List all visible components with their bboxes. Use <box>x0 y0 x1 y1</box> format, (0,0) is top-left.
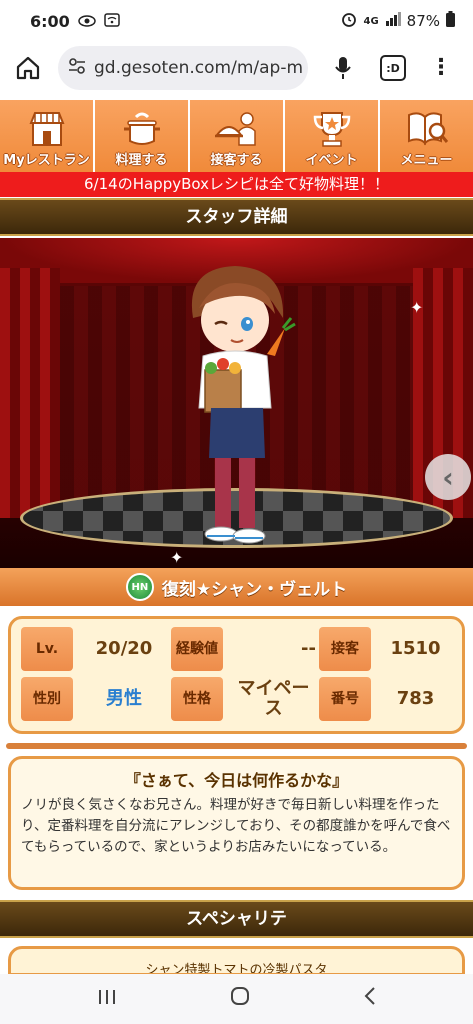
menu-label: 料理する <box>115 153 168 168</box>
network-type: 4G <box>363 15 379 27</box>
personality-value: マイペース <box>237 678 310 719</box>
gender-value: 男性 <box>106 688 142 709</box>
pot-icon <box>123 112 160 145</box>
divider <box>6 743 467 749</box>
section-header-specialty: スペシャリテ <box>0 900 473 938</box>
recent-apps-button[interactable] <box>97 987 117 1012</box>
menu-label: Myレストラン <box>3 153 90 168</box>
book-icon <box>407 112 448 146</box>
voice-search-button[interactable] <box>328 56 358 80</box>
staff-quote: 『さぁて、今日は何作るかな』 <box>124 771 349 790</box>
game-menu: Myレストラン 料理する 接客する イベント メニュー <box>0 100 473 172</box>
personality-label: 性格 <box>171 677 223 721</box>
lv-label: Lv. <box>21 627 73 671</box>
waiter-icon <box>214 112 256 146</box>
stat-row: Lv. 20/20 経験値 -- 接客 1510 <box>21 627 458 675</box>
microphone-icon <box>335 57 351 79</box>
menu-label: 接客する <box>210 153 263 168</box>
stat-row: 性別 男性 性格 マイペース 番号 783 <box>21 677 458 725</box>
service-label: 接客 <box>319 627 371 671</box>
sparkle-icon: ✦ <box>410 298 424 317</box>
hn-badge-icon: HN <box>125 573 154 601</box>
stats-panel: Lv. 20/20 経験値 -- 接客 1510 性別 男性 性格 マイペース … <box>8 616 465 734</box>
battery-icon <box>446 11 455 31</box>
signal-icon <box>385 12 401 30</box>
menu-cook[interactable]: 料理する <box>95 100 188 172</box>
profile-panel: 『さぁて、今日は何作るかな』 ノリが良く気さくなお兄さん。料理が好きで毎日新しい… <box>8 756 465 890</box>
service-value: 1510 <box>390 638 441 659</box>
menu-label: メニュー <box>400 153 453 168</box>
wifi-icon <box>104 12 120 31</box>
exp-label: 経験値 <box>171 627 223 671</box>
trophy-icon <box>313 112 350 147</box>
number-value: 783 <box>396 688 435 709</box>
specialty-panel: シャン特製トマトの冷製パスタ <box>8 946 465 976</box>
menu-label: イベント <box>305 153 358 168</box>
status-time: 6:00 <box>30 11 70 31</box>
home-icon <box>16 56 40 80</box>
eye-icon <box>78 12 96 31</box>
more-options-button[interactable]: ⋮ <box>430 57 452 79</box>
staff-character <box>191 266 296 544</box>
restaurant-icon <box>29 112 64 146</box>
section-header-staff-detail: スタッフ詳細 <box>0 198 473 236</box>
exp-value: -- <box>301 638 316 659</box>
menu-serve[interactable]: 接客する <box>190 100 283 172</box>
notice-banner[interactable]: 6/14のHappyBoxレシピは全て好物料理！！ <box>0 172 473 197</box>
home-circle-icon <box>230 987 249 1005</box>
menu-menu[interactable]: メニュー <box>380 100 473 172</box>
url-text: gd.gesoten.com/m/ap-m <box>94 58 304 78</box>
number-label: 番号 <box>319 677 371 721</box>
staff-description: ノリが良く気さくなお兄さん。料理が好きで毎日新しい料理を作ったり、定番料理を自分… <box>21 797 451 855</box>
browser-toolbar: gd.gesoten.com/m/ap-m :D ⋮ <box>0 42 473 94</box>
recent-apps-icon <box>98 989 115 1004</box>
back-button[interactable] <box>363 986 377 1012</box>
system-nav-bar <box>0 974 473 1024</box>
tab-switcher-button[interactable]: :D <box>380 55 406 81</box>
staff-name: 復刻★シャン・ヴェルト <box>161 579 348 600</box>
alarm-icon <box>341 11 357 31</box>
home-button[interactable] <box>12 52 44 84</box>
chevron-left-icon: ‹ <box>442 460 454 494</box>
menu-my-restaurant[interactable]: Myレストラン <box>0 100 93 172</box>
site-settings-icon[interactable] <box>68 57 86 79</box>
previous-staff-button[interactable]: ‹ <box>425 454 471 500</box>
gender-label: 性別 <box>21 677 73 721</box>
battery-percent: 87% <box>406 12 440 30</box>
home-nav-button[interactable] <box>230 986 250 1012</box>
address-bar[interactable]: gd.gesoten.com/m/ap-m <box>58 46 308 90</box>
menu-event[interactable]: イベント <box>285 100 378 172</box>
status-bar: 6:00 4G 87% <box>0 0 473 42</box>
back-chevron-icon <box>364 987 375 1005</box>
character-stage: ✦ ✦ <box>0 238 473 568</box>
staff-name-bar: HN 復刻★シャン・ヴェルト <box>0 568 473 606</box>
curtain-left <box>0 268 60 518</box>
lv-value: 20/20 <box>95 638 153 659</box>
